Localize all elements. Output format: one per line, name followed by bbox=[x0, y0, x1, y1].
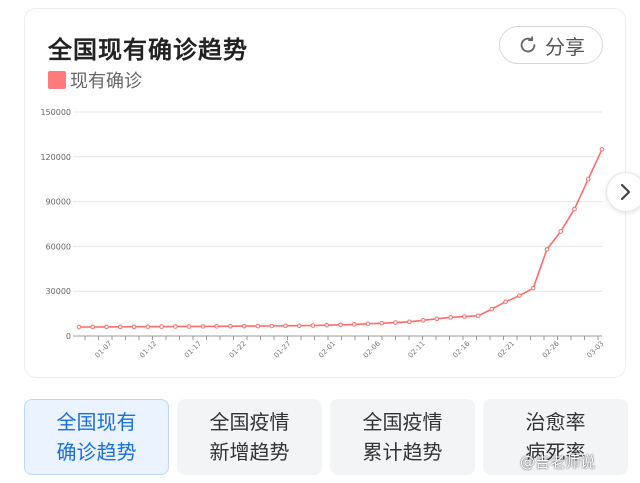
tab-new-cases-trend[interactable]: 全国疫情 新增趋势 bbox=[177, 399, 322, 475]
data-point bbox=[558, 229, 564, 234]
data-point bbox=[200, 324, 206, 329]
data-point bbox=[269, 323, 274, 329]
data-point bbox=[572, 206, 577, 212]
data-point bbox=[90, 324, 96, 330]
x-tick-label: 03-03 bbox=[586, 340, 606, 360]
data-point bbox=[131, 324, 137, 330]
data-point bbox=[544, 247, 550, 252]
tab-label: 全国疫情 新增趋势 bbox=[209, 410, 290, 464]
data-point bbox=[145, 324, 151, 329]
data-point bbox=[117, 324, 123, 330]
x-tick-label: 02-16 bbox=[451, 339, 471, 359]
data-point bbox=[530, 285, 536, 291]
y-tick-label: 90000 bbox=[46, 198, 71, 207]
data-point bbox=[214, 323, 219, 329]
data-point bbox=[517, 293, 522, 298]
data-point bbox=[283, 323, 288, 329]
y-tick-label: 0 bbox=[66, 332, 71, 341]
next-chart-button[interactable] bbox=[606, 172, 640, 212]
data-point bbox=[489, 306, 495, 312]
series-line bbox=[79, 148, 603, 328]
data-point bbox=[475, 313, 481, 319]
watermark: @吉老师说 bbox=[520, 453, 596, 471]
data-point bbox=[76, 324, 82, 330]
x-tick-label: 02-06 bbox=[362, 339, 382, 359]
data-point bbox=[159, 324, 164, 329]
data-point bbox=[585, 176, 591, 182]
x-tick-label: 01-22 bbox=[228, 340, 248, 360]
data-point bbox=[338, 322, 343, 328]
data-point bbox=[434, 316, 440, 322]
data-point bbox=[462, 314, 467, 319]
data-point bbox=[296, 323, 302, 328]
data-point bbox=[407, 319, 412, 325]
tab-label: 全国疫情 累计趋势 bbox=[362, 410, 443, 464]
y-tick-label: 120000 bbox=[40, 153, 71, 162]
chart-series bbox=[76, 147, 605, 330]
data-point bbox=[173, 324, 178, 329]
data-point bbox=[255, 323, 261, 329]
x-tick-label: 01-12 bbox=[138, 340, 158, 360]
x-axis-labels: 01-07 01-12 01-17 01-22 01-27 02-01 02-06 02-11… bbox=[94, 339, 606, 359]
data-point bbox=[393, 320, 398, 325]
x-tick-label: 02-21 bbox=[496, 340, 516, 360]
tab-cumulative-trend[interactable]: 全国疫情 累计趋势 bbox=[330, 399, 475, 475]
data-point bbox=[186, 324, 192, 329]
x-tick-label: 01-07 bbox=[94, 340, 114, 360]
y-tick-label: 150000 bbox=[40, 108, 71, 117]
data-point bbox=[351, 322, 357, 327]
data-point bbox=[448, 315, 453, 320]
x-tick-label: 02-01 bbox=[317, 340, 337, 360]
data-point bbox=[379, 320, 385, 326]
x-tick-label: 01-27 bbox=[272, 340, 292, 360]
line-chart: 0300006000090000120000150000 01-07 01-12 0… bbox=[40, 108, 606, 360]
tab-current-confirmed-trend[interactable]: 全国现有 确诊趋势 bbox=[24, 399, 169, 475]
x-tick-label: 01-17 bbox=[183, 340, 203, 360]
chart-gridlines bbox=[73, 111, 602, 337]
y-axis-labels: 0 30000 60000 90000 120000 150000 bbox=[40, 108, 71, 341]
x-axis-ticks bbox=[84, 336, 599, 340]
y-tick-label: 60000 bbox=[46, 242, 71, 251]
data-point bbox=[241, 323, 247, 329]
data-point bbox=[324, 322, 330, 328]
x-tick-label: 02-26 bbox=[541, 339, 561, 359]
x-tick-label: 02-11 bbox=[407, 340, 427, 360]
tab-label: 全国现有 确诊趋势 bbox=[56, 410, 137, 464]
data-point bbox=[503, 299, 508, 304]
y-tick-label: 30000 bbox=[46, 287, 71, 296]
data-point bbox=[599, 147, 605, 152]
data-point bbox=[310, 323, 316, 328]
chevron-right-icon bbox=[620, 183, 631, 201]
data-point bbox=[228, 323, 233, 329]
data-point bbox=[420, 318, 426, 323]
data-point bbox=[104, 324, 109, 330]
data-point bbox=[365, 321, 371, 327]
